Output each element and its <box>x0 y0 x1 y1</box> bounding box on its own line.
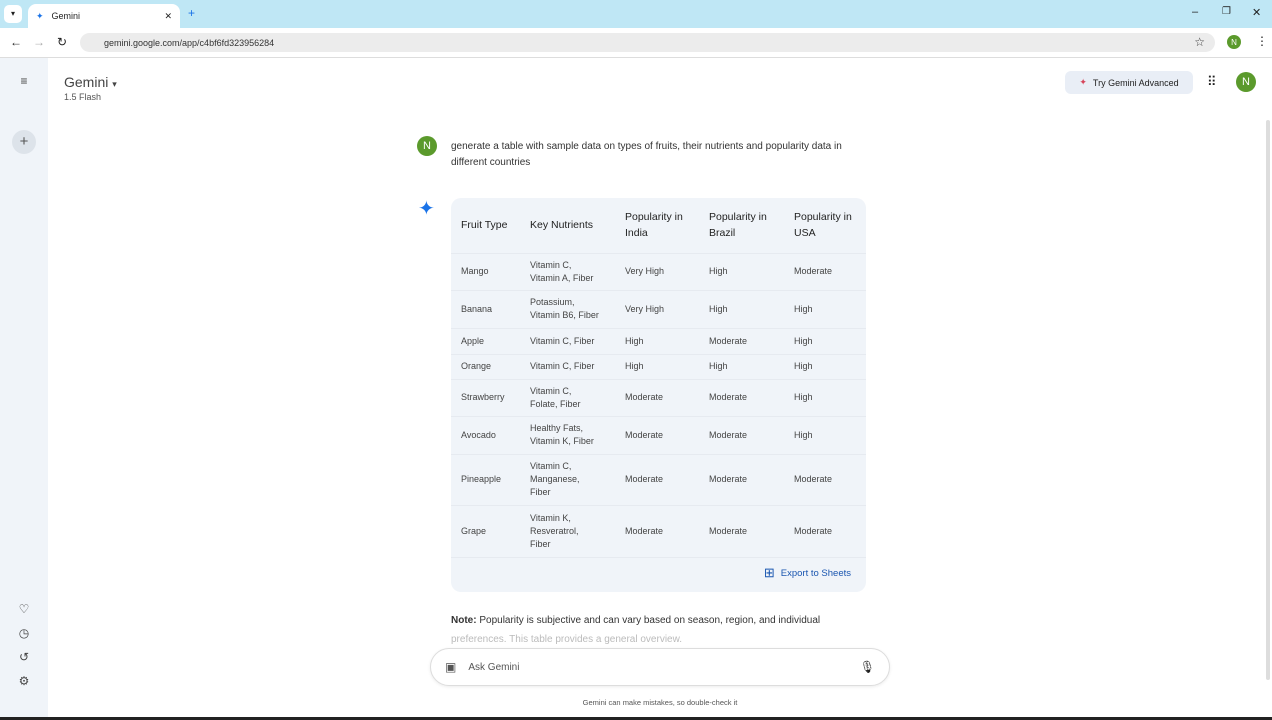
model-selector[interactable]: Gemini ▾ 1.5 Flash <box>64 74 117 102</box>
history-icon[interactable]: ↺ <box>14 650 34 664</box>
close-tab-icon[interactable]: ✕ <box>164 11 172 22</box>
table-row: Orange Vitamin C, Fiber High High High <box>451 354 866 380</box>
restore-button[interactable]: ❐ <box>1222 6 1231 17</box>
table-cell: High <box>699 354 784 380</box>
table-cell: Pineapple <box>451 454 520 506</box>
table-cell: Banana <box>451 290 520 329</box>
tab-strip: ▾ ✦ Gemini ✕ + – ❐ ✕ <box>0 0 1272 28</box>
back-icon[interactable]: ← <box>10 35 22 49</box>
sidebar: ≡ + ♡ ◷ ↺ ⚙ <box>0 58 48 720</box>
table-cell: Healthy Fats, Vitamin K, Fiber <box>520 416 615 455</box>
gemini-spark-icon: ✦ <box>418 198 435 220</box>
table-cell: Moderate <box>615 379 699 417</box>
data-table: Fruit Type Key Nutrients Popularity in Ind… <box>451 198 866 592</box>
table-row: Strawberry Vitamin C, Folate, Fiber Modera… <box>451 379 866 417</box>
tab-search-button[interactable]: ▾ <box>4 5 22 23</box>
table-cell: Moderate <box>699 416 784 455</box>
table-cell: High <box>699 253 784 291</box>
scrollbar[interactable] <box>1266 120 1270 680</box>
table-row: Pineapple Vitamin C, Manganese, Fiber Mode… <box>451 454 866 506</box>
table-row: Banana Potassium, Vitamin B6, Fiber Very H… <box>451 290 866 329</box>
menu-icon[interactable]: ≡ <box>14 74 34 88</box>
table-cell: Moderate <box>699 505 784 558</box>
table-cell: High <box>784 379 866 417</box>
bookmark-star-icon[interactable]: ☆ <box>1194 35 1205 49</box>
table-cell: Orange <box>451 354 520 380</box>
table-cell: High <box>615 354 699 380</box>
table-cell: High <box>784 290 866 329</box>
gemini-icon: ✦ <box>36 10 44 21</box>
table-cell: Vitamin C, Fiber <box>520 354 615 380</box>
reload-icon[interactable]: ↻ <box>57 35 67 49</box>
table-cell: High <box>699 290 784 329</box>
table-cell: Moderate <box>784 454 866 506</box>
activity-icon[interactable]: ◷ <box>14 626 34 640</box>
table-cell: Vitamin C, Manganese, Fiber <box>520 454 615 506</box>
prompt-input[interactable]: ▣ Ask Gemini 🎙 <box>430 648 890 686</box>
table-cell: Strawberry <box>451 379 520 417</box>
new-tab-button[interactable]: + <box>188 6 195 20</box>
try-advanced-button[interactable]: ✦ Try Gemini Advanced <box>1065 71 1193 94</box>
new-chat-button[interactable]: + <box>12 130 36 154</box>
table-cell: Moderate <box>699 328 784 355</box>
table-row: Grape Vitamin K, Resveratrol, Fiber Modera… <box>451 505 866 558</box>
image-upload-icon[interactable]: ▣ <box>445 660 456 674</box>
table-cell: Potassium, Vitamin B6, Fiber <box>520 290 615 329</box>
user-avatar: N <box>417 136 437 156</box>
avatar[interactable]: N <box>1236 72 1256 92</box>
column-header: Popularity in Brazil <box>699 198 784 254</box>
table-cell: Vitamin C, Vitamin A, Fiber <box>520 253 615 291</box>
table-cell: Vitamin K, Resveratrol, Fiber <box>520 505 615 558</box>
column-header: Key Nutrients <box>520 198 615 254</box>
export-to-sheets-button[interactable]: ⊞ Export to Sheets <box>764 565 851 581</box>
menu-icon[interactable]: ⋮ <box>1256 34 1268 48</box>
table-cell: Avocado <box>451 416 520 455</box>
table-row: Avocado Healthy Fats, Vitamin K, Fiber Mod… <box>451 416 866 455</box>
table-header: Fruit Type Key Nutrients Popularity in Ind… <box>451 198 866 254</box>
table-cell: Moderate <box>699 454 784 506</box>
table-cell: High <box>784 416 866 455</box>
table-cell: Moderate <box>784 505 866 558</box>
sparkle-icon: ✦ <box>1079 77 1087 87</box>
address-bar[interactable]: gemini.google.com/app/c4bf6fd323956284 ☆ <box>80 33 1215 52</box>
table-row: Mango Vitamin C, Vitamin A, Fiber Very Hig… <box>451 253 866 291</box>
column-header: Popularity in USA <box>784 198 866 254</box>
table-cell: Mango <box>451 253 520 291</box>
table-cell: High <box>784 354 866 380</box>
close-window-button[interactable]: ✕ <box>1252 6 1261 19</box>
settings-icon[interactable]: ⚙ <box>14 674 34 688</box>
column-header: Popularity in India <box>615 198 699 254</box>
tab-gemini[interactable]: ✦ Gemini ✕ <box>28 4 180 28</box>
table-cell: Very High <box>615 290 699 329</box>
table-cell: Apple <box>451 328 520 355</box>
table-cell: High <box>784 328 866 355</box>
table-cell: Moderate <box>699 379 784 417</box>
profile-avatar[interactable]: N <box>1227 35 1241 49</box>
note: Note: Popularity is subjective and can v… <box>451 615 821 645</box>
table-cell: Moderate <box>615 505 699 558</box>
forward-icon[interactable]: → <box>33 35 45 49</box>
table-cell: Grape <box>451 505 520 558</box>
table-cell: Moderate <box>784 253 866 291</box>
table-row: Apple Vitamin C, Fiber High Moderate High <box>451 328 866 355</box>
minimize-button[interactable]: – <box>1192 6 1198 18</box>
sheets-icon: ⊞ <box>763 565 775 580</box>
table-cell: Moderate <box>615 416 699 455</box>
apps-icon[interactable]: ⠿ <box>1207 74 1217 90</box>
table-cell: Vitamin C, Fiber <box>520 328 615 355</box>
column-header: Fruit Type <box>451 198 520 254</box>
dropdown-icon: ▾ <box>112 79 117 89</box>
table-cell: Moderate <box>615 454 699 506</box>
table-cell: Very High <box>615 253 699 291</box>
gem-icon[interactable]: ♡ <box>14 602 34 616</box>
microphone-icon[interactable]: 🎙 <box>860 660 875 674</box>
table-cell: Vitamin C, Folate, Fiber <box>520 379 615 417</box>
user-prompt: generate a table with sample data on typ… <box>451 141 842 168</box>
disclaimer: Gemini can make mistakes, so double-chec… <box>582 698 738 707</box>
table-cell: High <box>615 328 699 355</box>
